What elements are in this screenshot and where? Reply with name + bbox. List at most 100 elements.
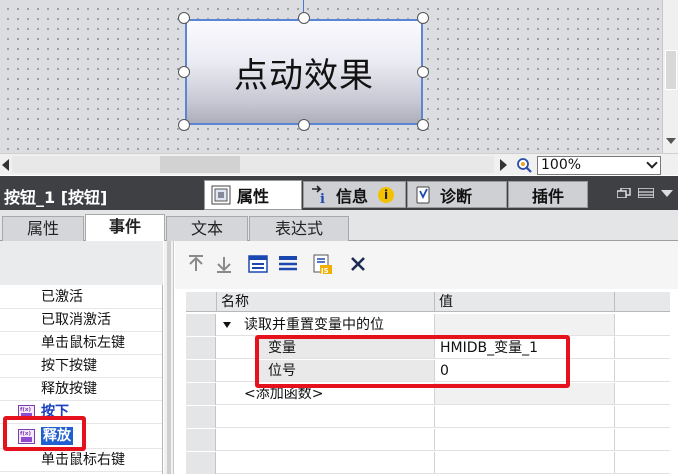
function-extra-cell (614, 314, 670, 335)
resize-handle-top-left[interactable] (178, 12, 190, 24)
scroll-down-arrow-icon[interactable] (666, 138, 676, 144)
event-item-key-press[interactable]: 按下按键 (0, 355, 162, 378)
param-extra-cell (614, 360, 670, 381)
add-function-extra-cell (614, 383, 670, 404)
property-category-tabs: 属性 事件 文本 表达式 (0, 210, 678, 242)
resize-handle-top[interactable] (298, 12, 310, 24)
empty-value-cell (434, 452, 490, 473)
grid-header-row: 名称 值 (186, 292, 670, 312)
row-gutter (186, 429, 216, 451)
empty-value-cell (434, 429, 490, 450)
collapse-panel-icon[interactable] (661, 188, 673, 198)
resize-handle-bottom[interactable] (298, 119, 310, 131)
tab-properties[interactable]: 属性 (204, 180, 302, 210)
expand-triangle-icon[interactable] (223, 322, 231, 328)
grid-header-gutter (186, 292, 216, 312)
tab-properties-label: 属性 (237, 187, 270, 206)
tab-events[interactable]: 事件 (85, 214, 165, 242)
tab-plugins[interactable]: 插件 (508, 181, 588, 208)
row-gutter (186, 406, 216, 428)
splitter-grip[interactable] (167, 241, 171, 474)
highlight-box-release-event (3, 416, 86, 451)
horizontal-scroll-track[interactable] (12, 156, 494, 173)
hmi-button-object[interactable]: 点动效果 (185, 19, 423, 125)
move-down-icon[interactable] (213, 253, 235, 275)
move-up-icon[interactable] (185, 253, 207, 275)
tab-info[interactable]: i 信息 i (303, 181, 406, 208)
svg-text:f(x): f(x) (20, 407, 31, 413)
info-icon: i (312, 184, 325, 205)
zoom-magnifier-icon[interactable] (514, 157, 536, 174)
tab-info-label: 信息 (336, 186, 369, 206)
inspector-object-title: 按钮_1 [按钮] (4, 188, 108, 207)
event-item-activated[interactable]: 已激活 (0, 286, 162, 309)
canvas-vertical-scrollbar[interactable] (662, 0, 678, 153)
event-item-key-release[interactable]: 释放按键 (0, 378, 162, 401)
event-item-deactivated[interactable]: 已取消激活 (0, 309, 162, 332)
resize-handle-bottom-right[interactable] (417, 119, 429, 131)
empty-extra-cell (614, 406, 670, 427)
resize-handle-right[interactable] (417, 66, 429, 78)
scroll-left-arrow-icon[interactable] (2, 159, 9, 171)
zoom-level-select[interactable]: 100% (537, 156, 661, 175)
tab-plugins-label: 插件 (531, 186, 564, 206)
empty-extra-cell (614, 429, 670, 450)
info-badge: i (378, 186, 395, 203)
collapse-all-icon[interactable] (277, 253, 299, 275)
function-value-cell (434, 314, 614, 335)
event-label: 单击鼠标左键 (41, 335, 125, 351)
event-label: 已激活 (41, 289, 83, 305)
script-js-icon[interactable]: JS (311, 253, 333, 275)
row-gutter (186, 360, 216, 382)
grid-header-name[interactable]: 名称 (216, 292, 434, 312)
function-row[interactable]: 读取并重置变量中的位 (186, 314, 670, 336)
row-gutter (186, 314, 216, 336)
canvas-bottom-bar: 100% (0, 153, 678, 175)
empty-value-cell (434, 406, 490, 427)
panel-splitter[interactable] (164, 241, 174, 474)
resize-handle-bottom-left[interactable] (178, 119, 190, 131)
event-item-left-click[interactable]: 单击鼠标左键 (0, 332, 162, 355)
expand-all-icon[interactable] (247, 253, 269, 275)
event-label: 释放按键 (41, 381, 97, 397)
diagnostics-icon (416, 186, 430, 203)
highlight-box-parameters (255, 335, 570, 388)
grid-header-extra (614, 292, 670, 312)
function-list-toolbar: JS (175, 241, 678, 289)
row-gutter (186, 452, 216, 474)
event-label: 已取消激活 (41, 312, 111, 328)
event-list: 已激活 已取消激活 单击鼠标左键 按下按键 释放按键 f(x) 按下 f(x) … (0, 241, 163, 474)
empty-row (186, 406, 670, 428)
vertical-scroll-thumb[interactable] (665, 50, 677, 90)
event-list-spacer (0, 241, 163, 285)
properties-icon (211, 185, 231, 205)
empty-row (186, 452, 670, 474)
tab-attributes[interactable]: 属性 (2, 216, 84, 241)
svg-text:i: i (320, 192, 325, 205)
event-label: 按下按键 (41, 358, 97, 374)
resize-handle-left[interactable] (178, 66, 190, 78)
hmi-button-text: 点动效果 (234, 55, 374, 96)
panel-menu-icon[interactable] (638, 188, 654, 198)
event-item-right-click[interactable]: 单击鼠标右键 (0, 449, 162, 472)
restore-window-icon[interactable] (617, 188, 631, 198)
inspector-header: 按钮_1 [按钮] 属性 i 信息 i 诊断 插件 (0, 176, 678, 210)
horizontal-scroll-thumb[interactable] (160, 156, 240, 173)
svg-text:JS: JS (320, 267, 329, 275)
resize-handle-top-right[interactable] (417, 12, 429, 24)
empty-extra-cell (614, 452, 670, 473)
param-extra-cell (614, 337, 670, 358)
function-name: 读取并重置变量中的位 (244, 317, 384, 333)
chevron-down-icon (646, 157, 658, 169)
event-label: 单击鼠标右键 (41, 452, 125, 468)
tab-expressions[interactable]: 表达式 (249, 216, 349, 241)
delete-icon[interactable] (347, 253, 369, 275)
zoom-level-value: 100% (541, 157, 582, 173)
screen-canvas[interactable]: 点动效果 (0, 0, 662, 153)
tab-diagnostics[interactable]: 诊断 (407, 181, 507, 208)
empty-row (186, 429, 670, 451)
tab-text[interactable]: 文本 (166, 216, 248, 241)
grid-header-value[interactable]: 值 (434, 292, 614, 312)
scroll-right-arrow-icon[interactable] (500, 159, 507, 171)
tab-diagnostics-label: 诊断 (440, 186, 473, 206)
